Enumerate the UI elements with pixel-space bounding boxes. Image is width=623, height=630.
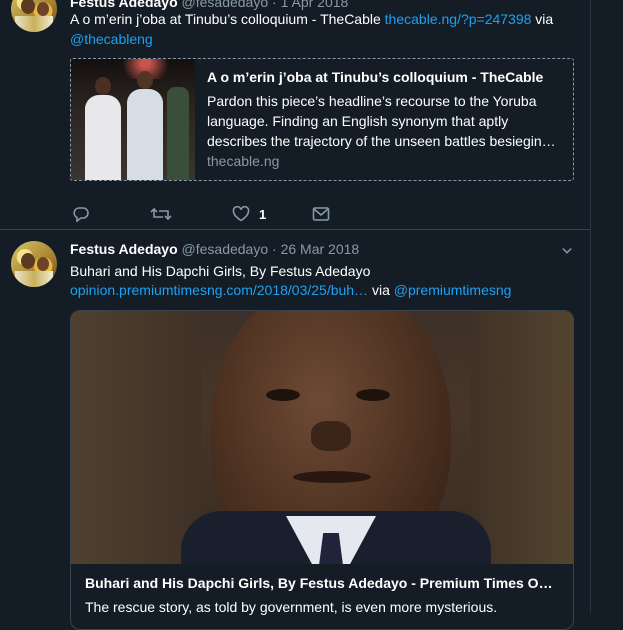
card-domain: thecable.ng: [207, 153, 280, 169]
tweet-text-line-1: A o m’erin j’oba at Tinubu’s colloquium …: [70, 11, 553, 27]
direct-message-button[interactable]: [312, 204, 330, 224]
timeline-edge: [590, 0, 591, 613]
tweet-1[interactable]: Festus Adedayo @fesadedayo · 1 Apr 2018 …: [0, 0, 590, 226]
card-thumbnail: [71, 59, 195, 180]
chevron-down-icon[interactable]: [562, 246, 572, 256]
like-count: 1: [259, 206, 267, 222]
author-name[interactable]: Festus Adedayo: [70, 241, 178, 257]
separator-dot: ·: [272, 241, 277, 257]
tweet-link[interactable]: thecable.ng/?p=247398: [385, 11, 532, 27]
via-text: via: [368, 282, 394, 298]
tweet-header: Festus Adedayo @fesadedayo · 26 Mar 2018: [70, 241, 359, 257]
tweet-text-line-2: @thecableng: [70, 31, 153, 47]
mention-link[interactable]: @thecableng: [70, 31, 153, 47]
heart-icon: [232, 206, 250, 222]
link-card[interactable]: A o m’erin j’oba at Tinubu’s colloquium …: [70, 58, 574, 181]
via-text: via: [531, 11, 554, 27]
link-card-large[interactable]: Buhari and His Dapchi Girls, By Festus A…: [70, 310, 574, 630]
card-description: Pardon this piece’s headline’s recourse …: [207, 93, 556, 149]
avatar[interactable]: [11, 0, 57, 32]
tweet-text-line-1: Buhari and His Dapchi Girls, By Festus A…: [70, 263, 371, 279]
tweet-date[interactable]: 1 Apr 2018: [281, 0, 349, 10]
reply-button[interactable]: [72, 204, 90, 224]
tweet-actions: 1: [70, 204, 390, 224]
card-title: Buhari and His Dapchi Girls, By Festus A…: [85, 575, 553, 591]
tweet-text-line-2: opinion.premiumtimesng.com/2018/03/25/bu…: [70, 282, 511, 298]
author-handle[interactable]: @fesadedayo: [182, 0, 269, 10]
author-name[interactable]: Festus Adedayo: [70, 0, 178, 10]
card-title: A o m’erin j’oba at Tinubu’s colloquium …: [207, 69, 544, 85]
tweet-header: Festus Adedayo @fesadedayo · 1 Apr 2018: [70, 0, 348, 10]
retweet-icon: [150, 207, 172, 221]
card-photo: [71, 311, 573, 564]
tweet-text: A o m’erin j’oba at Tinubu’s colloquium …: [70, 11, 385, 27]
like-button[interactable]: 1: [232, 204, 266, 224]
tweet-date[interactable]: 26 Mar 2018: [281, 241, 360, 257]
mention-link[interactable]: @premiumtimesng: [394, 282, 512, 298]
envelope-icon: [312, 207, 330, 221]
tweet-link[interactable]: opinion.premiumtimesng.com/2018/03/25/bu…: [70, 282, 368, 298]
author-handle[interactable]: @fesadedayo: [182, 241, 269, 257]
reply-icon: [73, 207, 89, 223]
separator-dot: ·: [272, 0, 277, 10]
retweet-button[interactable]: [150, 204, 172, 224]
avatar[interactable]: [11, 241, 57, 287]
